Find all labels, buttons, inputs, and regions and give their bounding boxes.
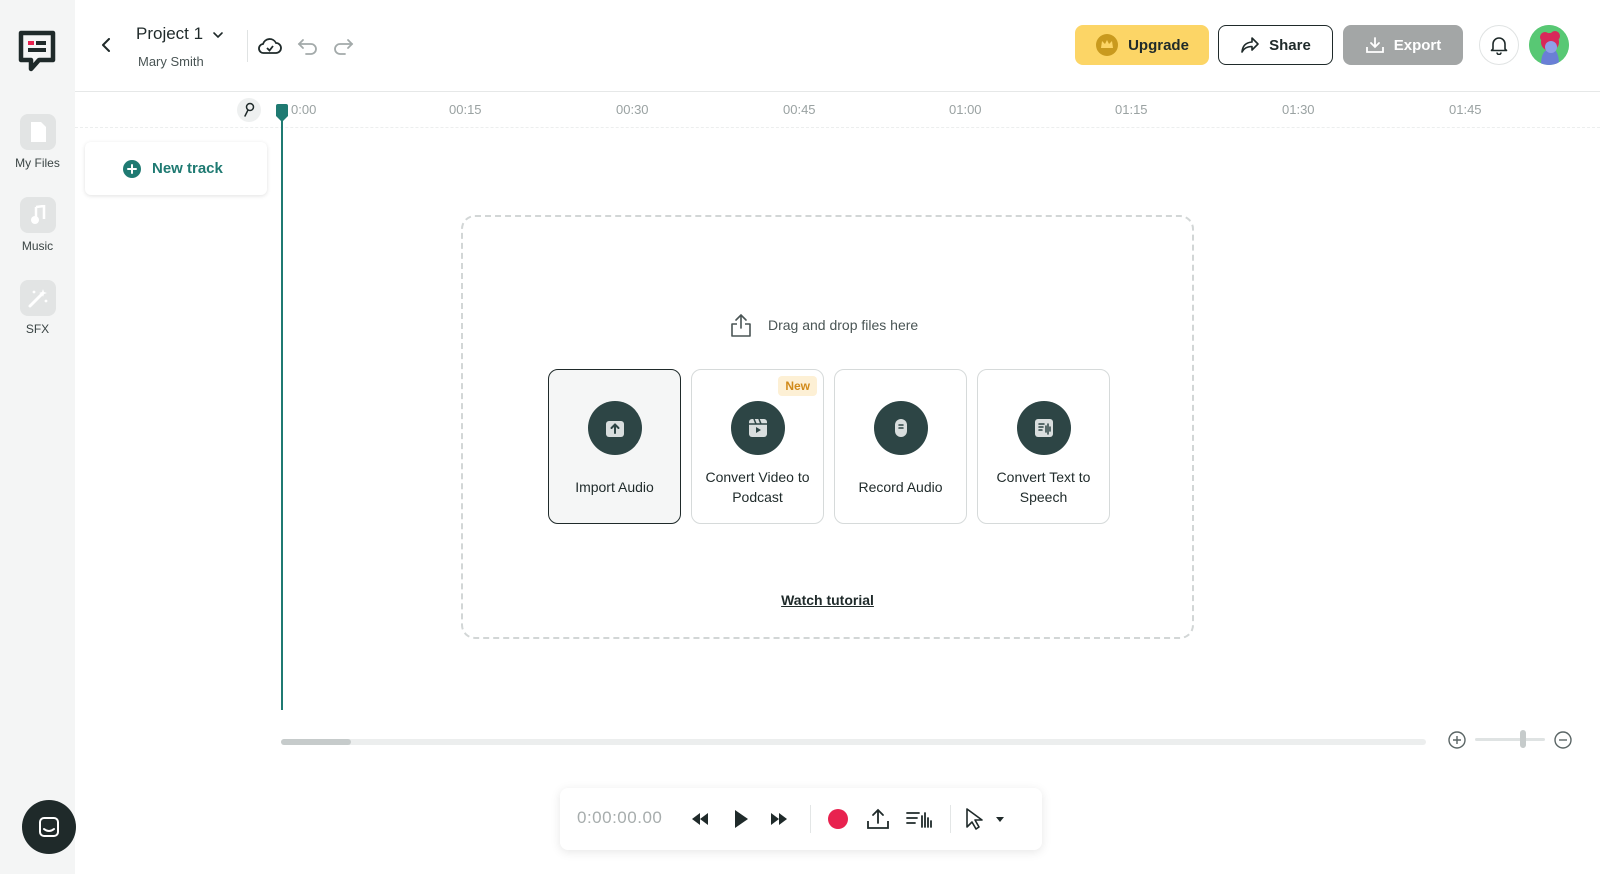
card-label: Convert Text to Speech bbox=[996, 469, 1091, 505]
drop-zone[interactable]: Drag and drop files here Import Audio Ne… bbox=[461, 215, 1194, 639]
import-audio-card[interactable]: Import Audio bbox=[548, 369, 681, 524]
zoom-in-icon[interactable] bbox=[1447, 730, 1467, 750]
timeline-tick: 00:45 bbox=[783, 102, 816, 117]
card-label: Record Audio bbox=[858, 479, 943, 495]
sidebar-item-sfx[interactable]: SFX bbox=[0, 280, 75, 336]
share-label: Share bbox=[1269, 36, 1311, 54]
video-icon bbox=[730, 401, 785, 455]
sidebar-item-my-files[interactable]: My Files bbox=[0, 114, 75, 170]
upload-cloud-icon bbox=[731, 313, 751, 337]
sidebar-item-label: SFX bbox=[25, 322, 50, 336]
record-audio-card[interactable]: Record Audio bbox=[834, 369, 967, 524]
new-track-button[interactable]: New track bbox=[85, 142, 267, 195]
timeline-tick: 01:30 bbox=[1282, 102, 1315, 117]
file-icon bbox=[19, 114, 56, 150]
redo-icon[interactable] bbox=[330, 34, 356, 58]
chat-button[interactable] bbox=[22, 800, 76, 854]
card-label: Convert Video to Podcast bbox=[705, 469, 810, 505]
text-waveform-icon[interactable] bbox=[905, 805, 933, 833]
convert-video-card[interactable]: New Convert Video to Podcast bbox=[691, 369, 824, 524]
action-cards: Import Audio New Convert Video to Podcas… bbox=[548, 369, 1110, 524]
transport-bar: 0:00:00.00 bbox=[560, 788, 1042, 850]
fast-forward-icon[interactable] bbox=[765, 805, 793, 833]
chevron-down-icon[interactable] bbox=[211, 28, 225, 42]
notifications-button[interactable] bbox=[1479, 25, 1519, 65]
scrollbar-thumb[interactable] bbox=[281, 739, 351, 745]
timeline-tick: 00:30 bbox=[616, 102, 649, 117]
sidebar-item-label: My Files bbox=[15, 156, 60, 170]
upload-icon bbox=[587, 401, 642, 455]
new-track-label: New track bbox=[152, 160, 223, 177]
chevron-left-icon bbox=[102, 38, 110, 52]
timeline-tick: 00:15 bbox=[449, 102, 482, 117]
text-to-speech-card[interactable]: Convert Text to Speech bbox=[977, 369, 1110, 524]
drop-hint-text: Drag and drop files here bbox=[768, 317, 919, 333]
new-badge: New bbox=[778, 376, 817, 396]
zoom-slider-track[interactable] bbox=[1475, 738, 1545, 741]
crown-icon bbox=[1096, 34, 1119, 56]
playhead-handle[interactable] bbox=[275, 104, 289, 122]
play-icon[interactable] bbox=[727, 805, 755, 833]
bell-icon bbox=[1490, 37, 1508, 55]
card-label: Import Audio bbox=[575, 479, 654, 495]
download-icon bbox=[1365, 37, 1384, 53]
share-button[interactable]: Share bbox=[1218, 25, 1333, 65]
project-owner: Mary Smith bbox=[138, 54, 204, 69]
back-button[interactable] bbox=[95, 34, 117, 56]
record-dot-icon bbox=[828, 809, 848, 829]
upgrade-button[interactable]: Upgrade bbox=[1075, 25, 1209, 65]
watch-tutorial-link[interactable]: Watch tutorial bbox=[463, 592, 1192, 608]
app-logo-icon[interactable] bbox=[17, 30, 57, 72]
share-arrow-icon bbox=[1241, 37, 1259, 53]
timeline-tick: 01:00 bbox=[949, 102, 982, 117]
top-bar: Project 1 Mary Smith Upgrade Share Expor… bbox=[75, 0, 1600, 92]
zoom-out-icon[interactable] bbox=[1553, 730, 1573, 750]
playhead-line bbox=[281, 110, 283, 710]
text-to-speech-icon bbox=[1016, 401, 1071, 455]
plus-circle-icon bbox=[123, 159, 141, 178]
rewind-icon[interactable] bbox=[686, 805, 714, 833]
upgrade-label: Upgrade bbox=[1128, 36, 1189, 54]
timeline-tick: 01:45 bbox=[1449, 102, 1482, 117]
music-note-icon bbox=[19, 197, 56, 233]
microphone-icon bbox=[873, 401, 928, 455]
timeline-scrollbar[interactable] bbox=[281, 739, 1426, 745]
chat-icon bbox=[39, 817, 59, 837]
left-rail: My Files Music SFX bbox=[0, 0, 76, 874]
pin-icon bbox=[244, 102, 255, 117]
cloud-sync-icon[interactable] bbox=[257, 34, 283, 58]
divider bbox=[950, 805, 951, 833]
record-button[interactable] bbox=[824, 805, 852, 833]
playback-time: 0:00:00.00 bbox=[577, 808, 663, 827]
timeline-tick: 01:15 bbox=[1115, 102, 1148, 117]
avatar[interactable] bbox=[1529, 25, 1569, 65]
divider bbox=[247, 30, 248, 62]
export-label: Export bbox=[1393, 36, 1442, 54]
snap-toggle-button[interactable] bbox=[237, 98, 261, 122]
app: My Files Music SFX Project 1 Mary Smith bbox=[0, 0, 1600, 874]
sidebar-item-music[interactable]: Music bbox=[0, 197, 75, 253]
undo-icon[interactable] bbox=[295, 34, 321, 58]
timeline-ruler[interactable]: 0:00 00:15 00:30 00:45 01:00 01:15 01:30… bbox=[75, 92, 1600, 128]
sidebar-item-label: Music bbox=[21, 239, 54, 253]
cursor-tool-icon[interactable] bbox=[960, 805, 988, 833]
tool-dropdown-icon[interactable] bbox=[986, 805, 1014, 833]
timeline-tick: 0:00 bbox=[291, 102, 317, 117]
upload-icon[interactable] bbox=[864, 805, 892, 833]
drop-hint: Drag and drop files here bbox=[728, 312, 918, 338]
magic-wand-icon bbox=[19, 280, 56, 316]
zoom-slider-handle[interactable] bbox=[1520, 730, 1526, 748]
divider bbox=[810, 805, 811, 833]
project-title[interactable]: Project 1 bbox=[136, 24, 203, 44]
export-button[interactable]: Export bbox=[1343, 25, 1463, 65]
